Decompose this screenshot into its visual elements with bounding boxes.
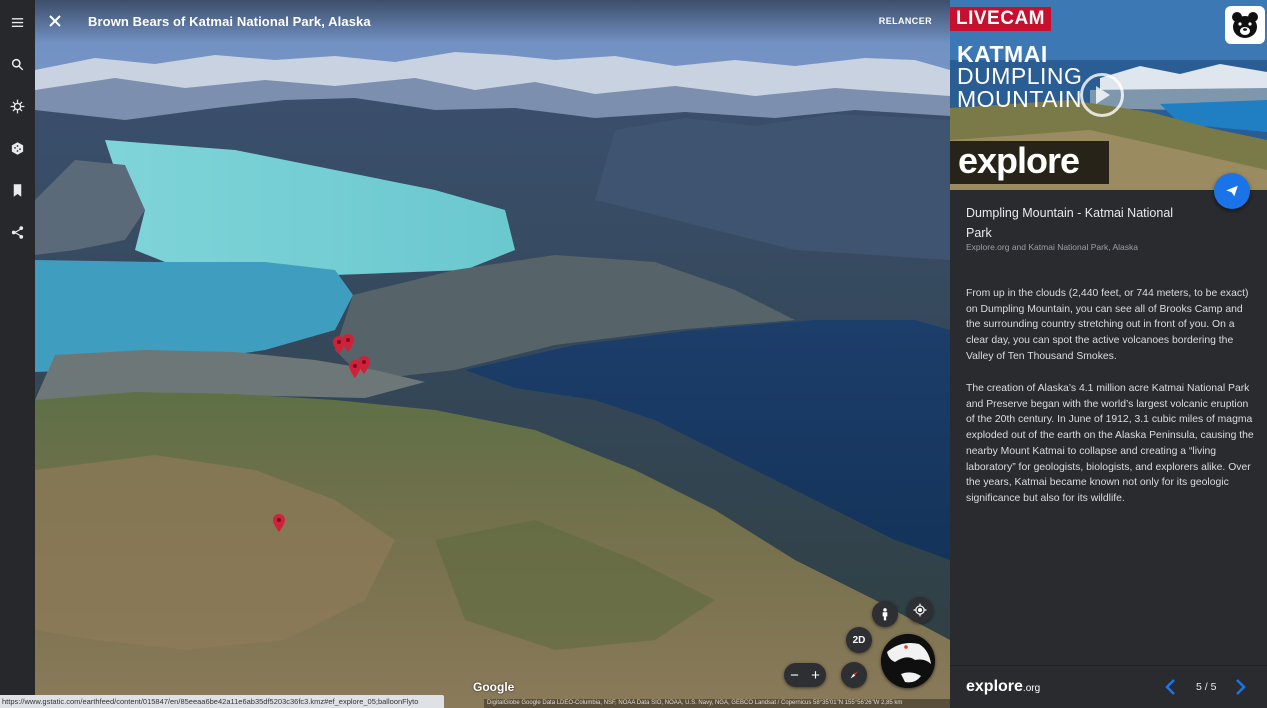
- title-bar: Brown Bears of Katmai National Park, Ala…: [35, 0, 950, 44]
- zoom-control: − +: [784, 663, 826, 687]
- pegman-icon[interactable]: [872, 601, 898, 627]
- panel-paragraph-1: From up in the clouds (2,440 feet, or 74…: [966, 288, 1249, 362]
- explore-org-logo[interactable]: explore.org: [966, 678, 1040, 696]
- share-icon[interactable]: [6, 221, 28, 243]
- knowledge-card: LIVECAM KATMAI DUMPLING MOUNTAIN explore…: [950, 0, 1267, 708]
- relaunch-button[interactable]: RELANCER: [879, 16, 932, 26]
- chevron-right-icon: [1236, 679, 1246, 695]
- page-indicator: 5 / 5: [1196, 681, 1217, 693]
- next-button[interactable]: [1232, 678, 1248, 696]
- zoom-in-button[interactable]: +: [811, 668, 820, 683]
- placemark-pin[interactable]: [273, 514, 285, 532]
- map-title: Brown Bears of Katmai National Park, Ala…: [88, 14, 371, 29]
- placemark-pin[interactable]: [342, 334, 354, 352]
- bear-logo-icon: [1225, 6, 1265, 44]
- chevron-left-icon: [1165, 679, 1175, 695]
- terrain-scene[interactable]: [35, 0, 950, 708]
- globe-minimap[interactable]: [881, 634, 935, 688]
- status-url: https://www.gstatic.com/earthfeed/conten…: [0, 695, 444, 708]
- search-icon[interactable]: [6, 53, 28, 75]
- play-icon[interactable]: [1080, 73, 1124, 117]
- send-icon: [1226, 185, 1238, 197]
- map-attribution: DigitalGlobe Google Data LDEO-Columbia, …: [484, 699, 950, 708]
- bookmark-icon[interactable]: [6, 179, 28, 201]
- compass-icon[interactable]: [841, 662, 867, 688]
- dice-icon[interactable]: [6, 137, 28, 159]
- placemark-pin[interactable]: [358, 356, 370, 374]
- zoom-out-button[interactable]: −: [790, 668, 799, 683]
- livecam-label: LIVECAM: [950, 7, 1051, 31]
- panel-paragraph-2: The creation of Alaska’s 4.1 million acr…: [966, 383, 1254, 504]
- voyager-icon[interactable]: [6, 95, 28, 117]
- panel-footer: explore.org 5 / 5: [950, 665, 1267, 708]
- menu-icon[interactable]: [6, 11, 28, 33]
- close-icon[interactable]: [45, 11, 65, 31]
- panel-title: Dumpling Mountain - Katmai National Park: [966, 206, 1174, 240]
- mode-2d-button[interactable]: 2D: [846, 627, 872, 653]
- my-location-icon[interactable]: [907, 597, 933, 623]
- hero-line-3: MOUNTAIN: [957, 86, 1082, 112]
- earth-3d-view[interactable]: Brown Bears of Katmai National Park, Ala…: [35, 0, 950, 708]
- google-logo: Google: [473, 680, 515, 694]
- left-rail: [0, 0, 35, 708]
- explore-brand: explore: [958, 140, 1080, 181]
- previous-button[interactable]: [1163, 678, 1179, 696]
- livecam-thumbnail[interactable]: LIVECAM KATMAI DUMPLING MOUNTAIN explore: [950, 0, 1267, 190]
- send-share-button[interactable]: [1214, 173, 1250, 209]
- panel-subtitle: Explore.org and Katmai National Park, Al…: [966, 242, 1138, 252]
